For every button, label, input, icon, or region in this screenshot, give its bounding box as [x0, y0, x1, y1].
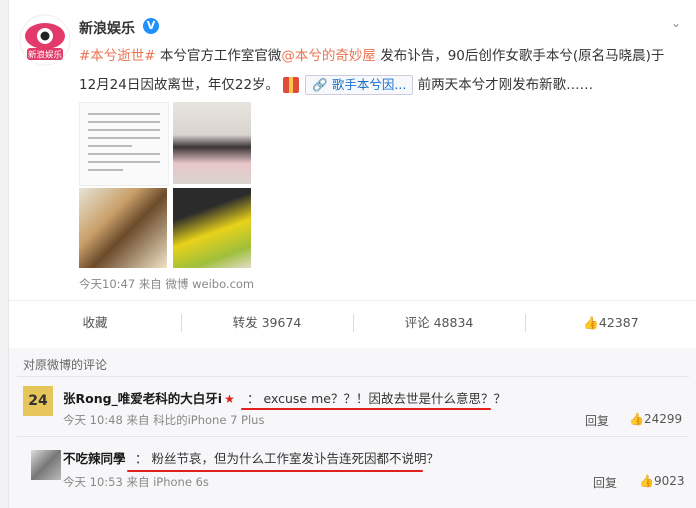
comment-like-button[interactable]: 👍24299: [629, 412, 682, 426]
star-badge-icon: ★: [224, 392, 235, 406]
author-avatar[interactable]: 新浪娱乐: [19, 14, 71, 66]
hashtag-link[interactable]: #本兮逝世#: [79, 48, 156, 64]
post-text-part1: 本兮官方工作室官微: [155, 48, 282, 64]
post-image-4[interactable]: [173, 188, 251, 268]
comment-like-button[interactable]: 👍9023: [639, 474, 685, 488]
like-count: 42387: [598, 315, 639, 330]
comment-text: ： 粉丝节哀，但为什么工作室发讣告连死因都不说明？: [135, 451, 439, 466]
annotation-underline: [241, 408, 491, 410]
commenter-name[interactable]: 张Rong_唯爱老科的大白牙i ★: [63, 388, 237, 407]
mention-link[interactable]: @本兮的奇妙屋: [281, 48, 376, 64]
favorite-button[interactable]: 收藏: [9, 308, 181, 338]
comment-text: ： excuse me？？！因故去世是什么意思？？: [247, 391, 506, 406]
divider: [9, 300, 696, 301]
comment-meta: 今天 10:53 来自 iPhone 6s: [63, 475, 209, 489]
annotation-underline: [127, 470, 423, 472]
comment-like-count: 24299: [643, 412, 683, 426]
repost-button[interactable]: 转发 39674: [181, 308, 353, 338]
section-title: 对原微博的评论: [23, 358, 108, 372]
thumbs-up-icon: 👍: [583, 315, 599, 330]
thumbs-up-icon: 👍: [629, 412, 644, 426]
link-icon: 🔗: [312, 77, 328, 92]
thumbs-up-icon: 👍: [639, 474, 654, 488]
divider: [17, 436, 689, 437]
post-image-2[interactable]: [173, 102, 251, 184]
post-text-part2: 发布讣告，90后创作女歌手本兮(原名马晓晨)于: [375, 48, 665, 64]
commenter-name[interactable]: 不吃辣同學: [63, 448, 126, 467]
chevron-down-icon[interactable]: ⌄: [671, 16, 681, 30]
post-image-1[interactable]: [79, 102, 169, 186]
action-bar: 收藏 转发 39674 评论 48834 👍42387: [9, 308, 696, 338]
weibo-post-card: 新浪娱乐 新浪娱乐 V ⌄ #本兮逝世# 本兮官方工作室官微@本兮的奇妙屋 发布…: [8, 0, 696, 508]
reply-button[interactable]: 回复: [593, 474, 617, 491]
divider: [17, 376, 689, 377]
like-button[interactable]: 👍42387: [525, 308, 696, 338]
commenter-avatar[interactable]: 24: [23, 386, 53, 416]
reply-button[interactable]: 回复: [585, 412, 609, 429]
comment-like-count: 9023: [653, 474, 685, 488]
article-card-label: 歌手本兮因...: [331, 77, 407, 92]
comment-button[interactable]: 评论 48834: [353, 308, 525, 338]
post-text-line2: 12月24日因故离世，年仅22岁。: [79, 77, 280, 93]
post-image-3[interactable]: [79, 188, 167, 268]
sina-entertainment-logo: 新浪娱乐: [19, 14, 71, 66]
article-card-link[interactable]: 🔗 歌手本兮因...: [305, 75, 414, 95]
author-name[interactable]: 新浪娱乐: [79, 18, 135, 38]
svg-text:新浪娱乐: 新浪娱乐: [28, 50, 63, 61]
verified-badge-icon: V: [143, 18, 159, 34]
comment-meta: 今天 10:48 来自 科比的iPhone 7 Plus: [63, 413, 265, 427]
post-text: #本兮逝世# 本兮官方工作室官微@本兮的奇妙屋 发布讣告，90后创作女歌手本兮(…: [79, 42, 685, 100]
commenter-name-text: 张Rong_唯爱老科的大白牙i: [63, 391, 223, 406]
post-meta[interactable]: 今天10:47 来自 微博 weibo.com: [79, 276, 254, 292]
commenter-avatar[interactable]: [31, 450, 61, 480]
post-text-tail: 前两天本兮才刚发布新歌……: [413, 77, 594, 93]
original-comments-section: 对原微博的评论 24 张Rong_唯爱老科的大白牙i ★ ： excuse me？…: [9, 348, 696, 508]
gift-icon: [283, 77, 300, 93]
